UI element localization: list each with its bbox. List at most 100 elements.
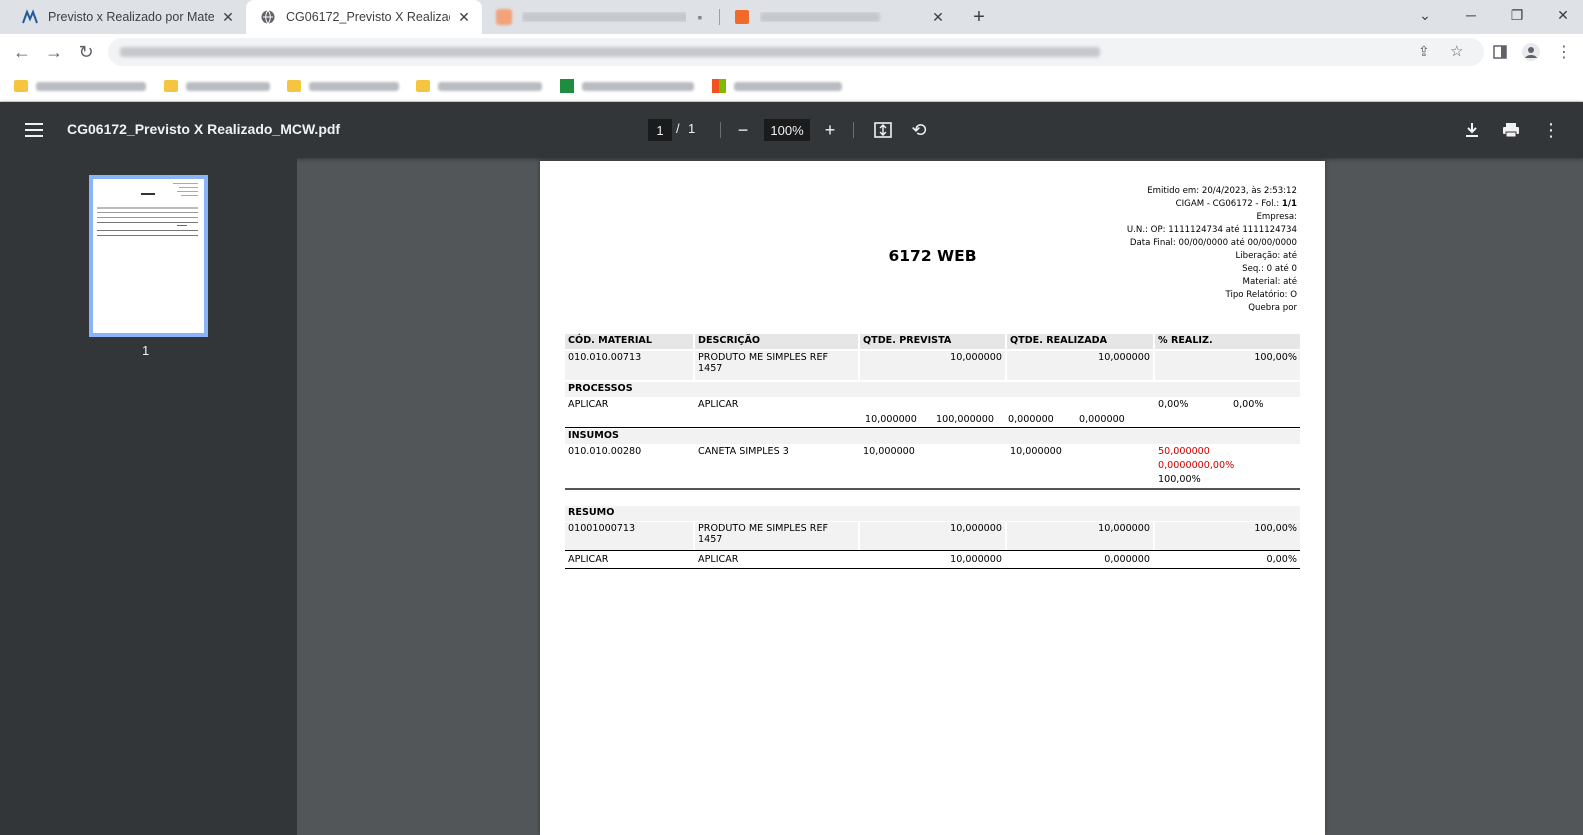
section-insumos: INSUMOS (565, 429, 1300, 444)
new-tab-button[interactable]: + (966, 4, 992, 30)
forward-icon[interactable]: → (40, 38, 68, 66)
processos-v3: 0,000000 (1008, 414, 1054, 425)
more-options-icon[interactable]: ⋮ (1539, 118, 1563, 142)
page-thumbnail[interactable] (89, 175, 208, 337)
insumos-pct-red1: 50,000000 (1158, 446, 1210, 457)
menu-icon[interactable] (22, 118, 46, 142)
main-real: 10,000000 (1007, 351, 1153, 380)
bookmark-sheet[interactable] (560, 78, 694, 94)
resumo-row1-real: 10,000000 (1007, 522, 1153, 550)
pdf-filename: CG06172_Previsto X Realizado_MCW.pdf (67, 121, 341, 137)
page-number-input[interactable]: 1 (648, 119, 672, 141)
processos-pct2: 0,00% (1233, 399, 1264, 410)
folder-icon (164, 80, 178, 92)
orange-square-icon (734, 9, 750, 25)
insumos-pct3: 100,00% (1158, 474, 1201, 485)
header-cigam: CIGAM - CG06172 - Fol.: 1/1 (1175, 199, 1297, 209)
bookmark-star-icon[interactable]: ☆ (1450, 42, 1463, 60)
col-header: QTDE. REALIZADA (1007, 334, 1153, 349)
folder-icon (287, 80, 301, 92)
resumo-row2-real: 0,000000 (1104, 554, 1150, 565)
orange-app-icon (496, 9, 512, 25)
tab-previsto-realizado[interactable]: Previsto x Realizado por Material ✕ (8, 0, 246, 34)
side-panel-icon[interactable] (1488, 40, 1512, 64)
insumos-real: 10,000000 (1010, 446, 1062, 457)
tab-blurred-1[interactable]: ▪ (482, 0, 718, 34)
address-bar[interactable]: ⇪ ☆ (108, 38, 1484, 66)
insumos-code: 010.010.00280 (568, 446, 642, 457)
insumos-desc: CANETA SIMPLES 3 (698, 446, 789, 457)
col-header: DESCRIÇÃO (695, 334, 858, 349)
close-icon[interactable]: ✕ (930, 9, 946, 25)
more-menu-icon[interactable]: ⋮ (1552, 40, 1576, 64)
wave-logo-icon (22, 9, 38, 25)
header-material: Material: até (1242, 277, 1297, 287)
back-icon[interactable]: ← (8, 38, 36, 66)
download-icon[interactable] (1460, 118, 1484, 142)
rotate-icon[interactable]: ⟲ (907, 118, 931, 142)
section-processos: PROCESSOS (565, 382, 1300, 397)
reload-icon[interactable]: ↻ (72, 38, 100, 66)
bookmark-folder[interactable] (14, 78, 146, 94)
bookmark-folder[interactable] (164, 78, 270, 94)
processos-v4: 0,000000 (1079, 414, 1125, 425)
main-desc: PRODUTO ME SIMPLES REF 1457 (695, 351, 858, 380)
processos-v1: 10,000000 (865, 414, 917, 425)
fit-page-icon[interactable] (871, 118, 895, 142)
col-header: CÓD. MATERIAL (565, 334, 693, 349)
col-header: % REALIZ. (1155, 334, 1300, 349)
report-table: CÓD. MATERIAL DESCRIÇÃO QTDE. PREVISTA Q… (565, 334, 1300, 574)
thumbnail-page-number: 1 (142, 343, 150, 358)
bookmark-folder[interactable] (416, 78, 542, 94)
resumo-row1-desc: PRODUTO ME SIMPLES REF 1457 (695, 522, 858, 550)
restore-icon[interactable]: ❐ (1494, 0, 1540, 30)
close-icon[interactable]: ✕ (456, 9, 472, 25)
minimize-icon[interactable]: ─ (1448, 0, 1494, 30)
share-icon[interactable]: ⇪ (1418, 43, 1430, 60)
resumo-row2-pct: 0,00% (1266, 554, 1297, 565)
main-prev: 10,000000 (860, 351, 1005, 380)
zoom-in-icon[interactable]: + (818, 118, 842, 142)
windows-logo-icon (712, 79, 726, 93)
page-total: 1 (688, 121, 696, 136)
header-tipo: Tipo Relatório: O (1225, 290, 1297, 300)
insumos-pct-red2: 0,0000000,00% (1158, 460, 1235, 471)
zoom-input[interactable]: 100% (764, 119, 810, 141)
tab-pdf[interactable]: CG06172_Previsto X Realizado_M ✕ (246, 0, 482, 34)
col-header: QTDE. PREVISTA (860, 334, 1005, 349)
folder-icon (14, 80, 28, 92)
thumbnail-sidebar: 1 (0, 158, 297, 835)
pdf-toolbar: CG06172_Previsto X Realizado_MCW.pdf 1 /… (0, 102, 1583, 158)
main-code: 010.010.00713 (565, 351, 693, 380)
resumo-row2-desc: APLICAR (698, 554, 739, 565)
close-window-icon[interactable]: ✕ (1540, 0, 1583, 30)
bookmark-app[interactable] (712, 78, 842, 94)
processos-desc: APLICAR (698, 399, 739, 410)
resumo-row1-prev: 10,000000 (860, 522, 1005, 550)
profile-avatar-icon[interactable] (1519, 40, 1543, 64)
zoom-out-icon[interactable]: − (731, 118, 755, 142)
tab-blurred-2[interactable]: ✕ (720, 0, 956, 34)
header-un-op: U.N.: OP: 1111124734 até 1111124734 (1126, 225, 1297, 235)
insumos-prev: 10,000000 (863, 446, 915, 457)
resumo-row1-code: 01001000713 (565, 522, 693, 550)
report-title: 6172 WEB (888, 247, 977, 265)
sheet-icon (560, 79, 574, 93)
pdf-page: Emitido em: 20/4/2023, às 2:53:12 CIGAM … (540, 161, 1325, 835)
header-empresa: Empresa: (1256, 212, 1297, 222)
resumo-row2-prev: 10,000000 (950, 554, 1002, 565)
tab-strip: Previsto x Realizado por Material ✕ CG06… (0, 0, 1583, 34)
resumo-row1-pct: 100,00% (1155, 522, 1300, 550)
globe-icon (260, 9, 276, 25)
bookmark-folder[interactable] (287, 78, 399, 94)
tab-title: CG06172_Previsto X Realizado_M (286, 10, 450, 24)
processos-code: APLICAR (568, 399, 609, 410)
main-pct: 100,00% (1155, 351, 1300, 380)
tab-search-icon[interactable]: ⌄ (1402, 0, 1448, 30)
close-icon[interactable]: ✕ (220, 9, 236, 25)
header-emitido: Emitido em: 20/4/2023, às 2:53:12 (1147, 186, 1297, 196)
close-icon[interactable]: ▪ (692, 9, 708, 25)
resumo-row2-code: APLICAR (568, 554, 609, 565)
print-icon[interactable] (1499, 118, 1523, 142)
folder-icon (416, 80, 430, 92)
